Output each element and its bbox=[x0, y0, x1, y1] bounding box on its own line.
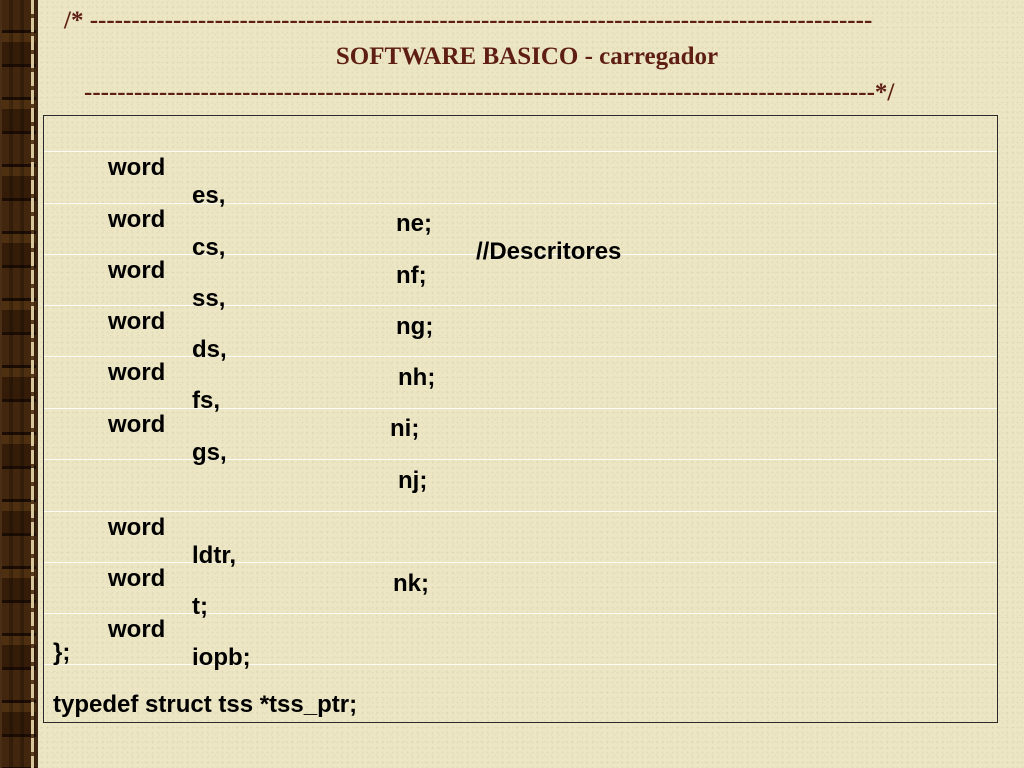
divider bbox=[44, 664, 997, 665]
field-name-2: nh; bbox=[398, 364, 436, 391]
field-name: ldtr, bbox=[192, 542, 237, 569]
field-name: cs, bbox=[192, 234, 226, 261]
divider bbox=[44, 408, 997, 409]
field-name: ss, bbox=[192, 285, 226, 312]
title-comment-open: /* -------------------------------------… bbox=[64, 7, 873, 34]
type-keyword: word bbox=[108, 616, 166, 643]
field-name-2: ng; bbox=[396, 313, 434, 340]
title-text: SOFTWARE BASICO - carregador bbox=[335, 43, 719, 70]
field-name-2: nf; bbox=[396, 262, 427, 289]
divider bbox=[44, 459, 997, 460]
typedef-line: typedef struct tss *tss_ptr; bbox=[53, 691, 358, 718]
divider bbox=[44, 511, 997, 512]
field-name-2: ne; bbox=[396, 210, 432, 237]
field-name: es, bbox=[192, 182, 226, 209]
field-name: fs, bbox=[192, 387, 221, 414]
title-comment-close: ----------------------------------------… bbox=[84, 79, 895, 106]
divider bbox=[44, 203, 997, 204]
code-line-iopb: word iopb; bbox=[108, 588, 251, 700]
code-block: word es, ne; //Descritores word cs, nf; … bbox=[43, 115, 998, 723]
field-name-2: nj; bbox=[398, 467, 428, 494]
divider bbox=[44, 356, 997, 357]
type-keyword: word bbox=[108, 411, 166, 438]
field-name-2: nk; bbox=[393, 570, 429, 597]
field-name: gs, bbox=[192, 439, 227, 466]
decorative-sidebar bbox=[0, 0, 38, 768]
divider bbox=[44, 613, 997, 614]
code-comment: //Descritores bbox=[476, 238, 622, 265]
divider bbox=[44, 305, 997, 306]
struct-closing: }; bbox=[53, 639, 71, 666]
field-name: iopb; bbox=[192, 644, 251, 671]
field-name: ds, bbox=[192, 336, 227, 363]
field-name: t; bbox=[192, 593, 208, 620]
divider bbox=[44, 562, 997, 563]
divider bbox=[44, 151, 997, 152]
field-name-2: ni; bbox=[390, 415, 420, 442]
